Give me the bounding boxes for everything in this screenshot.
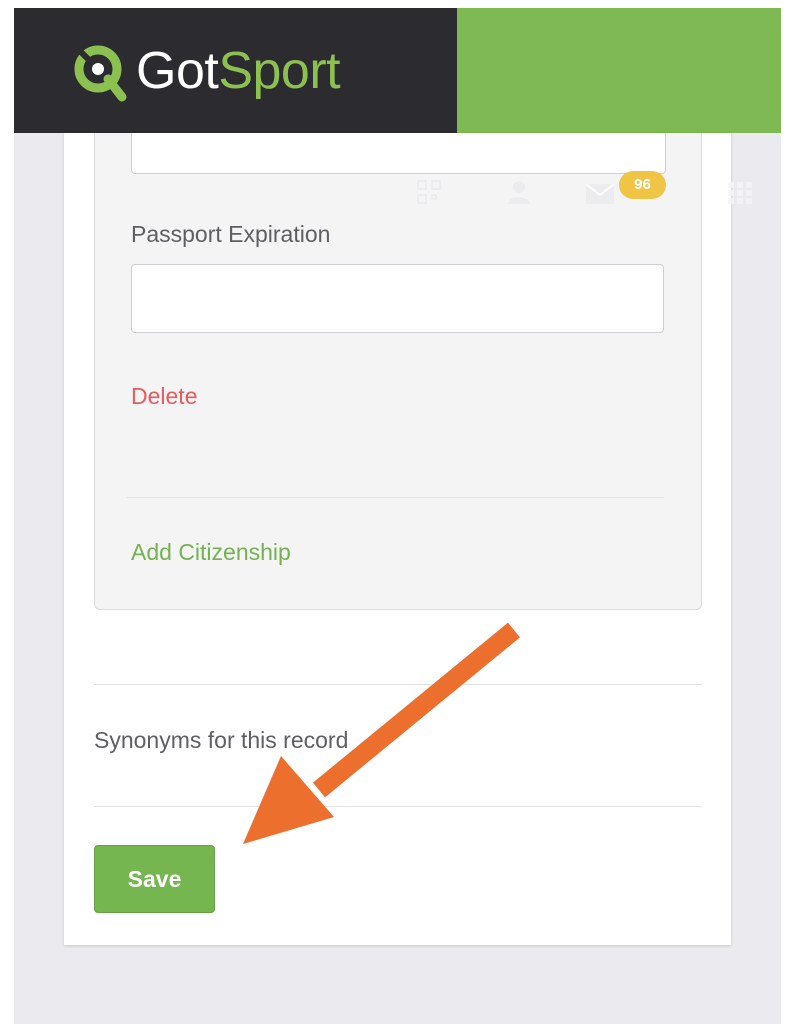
save-button[interactable]: Save [94,845,215,913]
mail-count-badge: 96 [619,171,666,199]
user-icon[interactable] [508,180,530,204]
delete-link[interactable]: Delete [131,383,197,410]
passport-expiration-label: Passport Expiration [131,221,331,247]
header-brand-bar: GotSport [14,8,457,133]
grid-menu-icon[interactable] [728,182,752,204]
section-divider [94,684,702,685]
header-green-bar [457,8,781,133]
mail-icon[interactable] [586,184,614,204]
gotsport-logo-icon [74,45,127,102]
qr-code-icon[interactable] [417,180,441,204]
gotsport-logo[interactable]: GotSport [72,36,341,106]
add-citizenship-link[interactable]: Add Citizenship [131,539,291,566]
app-screen: GotSport Passport Expiration Delete Add … [14,8,781,1024]
synonyms-heading: Synonyms for this record [94,727,349,753]
citizenship-card: Passport Expiration Delete Add Citizensh… [94,133,702,610]
logo-wordmark: GotSport [136,42,341,100]
section-divider [94,806,702,807]
passport-expiration-input[interactable] [131,264,664,333]
previous-field-input[interactable] [131,133,666,174]
card-divider [127,497,664,498]
content-panel: Passport Expiration Delete Add Citizensh… [64,133,731,945]
